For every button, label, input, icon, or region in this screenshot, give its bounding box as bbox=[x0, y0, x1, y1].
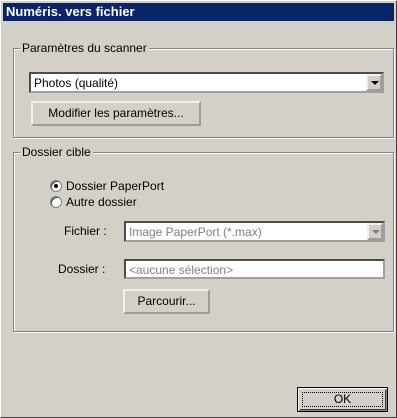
ok-label: OK bbox=[333, 392, 352, 406]
folder-label: Dossier : bbox=[58, 262, 106, 276]
file-type-select[interactable]: Image PaperPort (*.max) bbox=[124, 221, 385, 242]
chevron-down-icon[interactable] bbox=[366, 74, 382, 91]
radio-other-label: Autre dossier bbox=[66, 195, 137, 209]
radio-other-button[interactable] bbox=[50, 196, 62, 208]
ok-button[interactable]: OK bbox=[297, 387, 388, 412]
chevron-down-icon[interactable] bbox=[367, 223, 383, 240]
browse-button[interactable]: Parcourir... bbox=[123, 289, 210, 314]
modify-settings-button[interactable]: Modifier les paramètres... bbox=[31, 101, 201, 126]
file-type-value: Image PaperPort (*.max) bbox=[129, 225, 262, 239]
scan-to-file-dialog: Numéris. vers fichier Paramètres du scan… bbox=[0, 0, 397, 418]
file-type-label: Fichier : bbox=[64, 224, 107, 238]
scan-preset-select[interactable]: Photos (qualité) bbox=[29, 72, 384, 93]
scan-preset-value: Photos (qualité) bbox=[34, 76, 119, 90]
target-folder-label: Dossier cible bbox=[20, 145, 93, 159]
radio-paperport-button[interactable] bbox=[50, 180, 62, 192]
scanner-settings-label: Paramètres du scanner bbox=[20, 41, 149, 55]
folder-path-value: <aucune sélection> bbox=[129, 263, 234, 277]
folder-path-field[interactable]: <aucune sélection> bbox=[124, 259, 385, 279]
radio-paperport-folder[interactable]: Dossier PaperPort bbox=[50, 179, 210, 193]
radio-other-folder[interactable]: Autre dossier bbox=[50, 195, 210, 209]
dialog-title: Numéris. vers fichier bbox=[3, 3, 394, 21]
radio-paperport-label: Dossier PaperPort bbox=[66, 179, 165, 193]
